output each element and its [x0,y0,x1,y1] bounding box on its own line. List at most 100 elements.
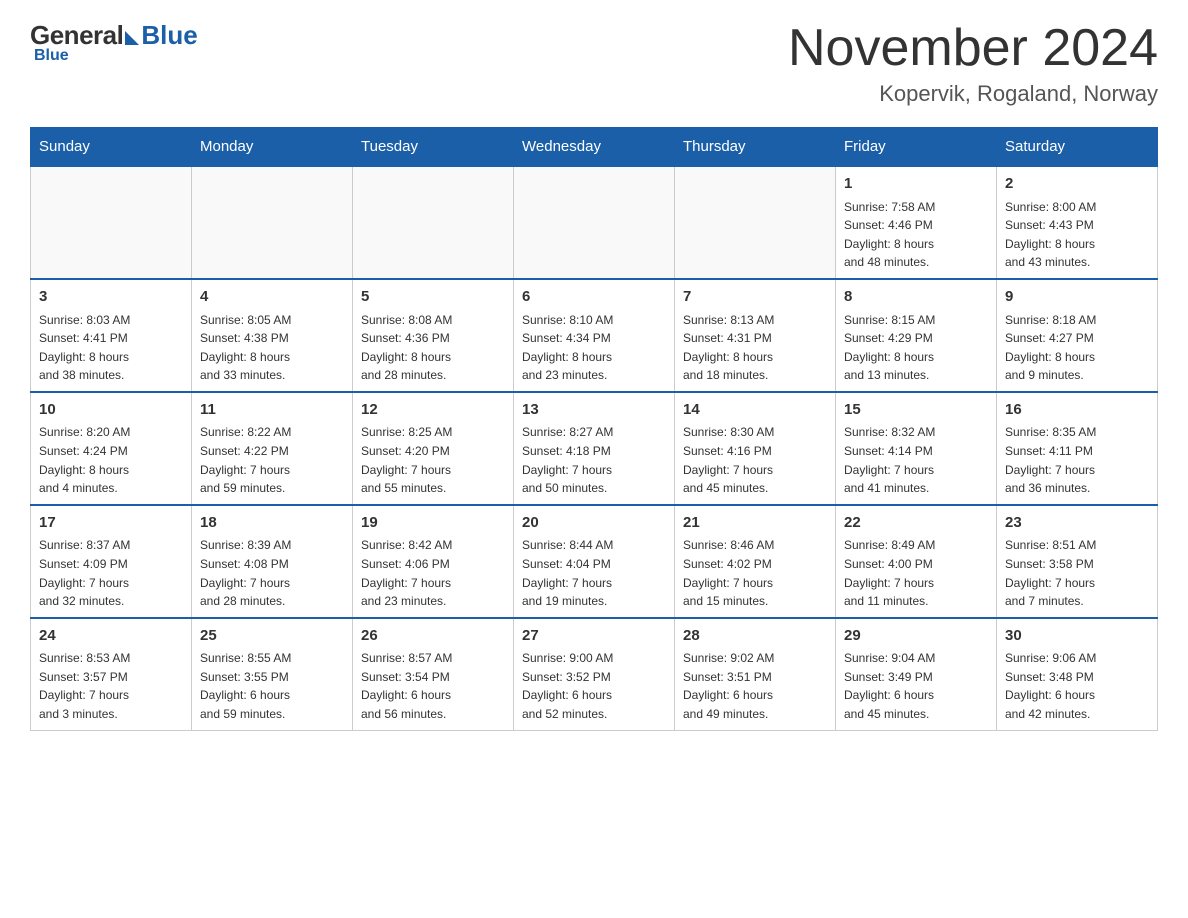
day-info: Sunrise: 8:08 AM Sunset: 4:36 PM Dayligh… [361,311,505,385]
day-number: 19 [361,512,505,535]
weekday-header-row: SundayMondayTuesdayWednesdayThursdayFrid… [31,128,1158,167]
calendar-cell: 30Sunrise: 9:06 AM Sunset: 3:48 PM Dayli… [997,618,1158,730]
calendar-cell [192,166,353,279]
day-info: Sunrise: 8:49 AM Sunset: 4:00 PM Dayligh… [844,536,988,610]
logo-triangle-icon [125,31,139,45]
day-number: 15 [844,399,988,422]
calendar-cell: 29Sunrise: 9:04 AM Sunset: 3:49 PM Dayli… [836,618,997,730]
calendar-cell: 14Sunrise: 8:30 AM Sunset: 4:16 PM Dayli… [675,392,836,505]
calendar-cell: 25Sunrise: 8:55 AM Sunset: 3:55 PM Dayli… [192,618,353,730]
day-number: 3 [39,286,183,309]
day-info: Sunrise: 8:25 AM Sunset: 4:20 PM Dayligh… [361,423,505,497]
weekday-header-wednesday: Wednesday [514,128,675,167]
day-info: Sunrise: 8:20 AM Sunset: 4:24 PM Dayligh… [39,423,183,497]
day-info: Sunrise: 8:32 AM Sunset: 4:14 PM Dayligh… [844,423,988,497]
day-number: 10 [39,399,183,422]
day-number: 13 [522,399,666,422]
day-info: Sunrise: 8:18 AM Sunset: 4:27 PM Dayligh… [1005,311,1149,385]
day-info: Sunrise: 7:58 AM Sunset: 4:46 PM Dayligh… [844,198,988,272]
weekday-header-friday: Friday [836,128,997,167]
calendar-cell: 16Sunrise: 8:35 AM Sunset: 4:11 PM Dayli… [997,392,1158,505]
day-number: 22 [844,512,988,535]
logo-subtitle: Blue [34,47,69,65]
day-number: 21 [683,512,827,535]
calendar-cell: 19Sunrise: 8:42 AM Sunset: 4:06 PM Dayli… [353,505,514,618]
day-number: 16 [1005,399,1149,422]
calendar-cell: 3Sunrise: 8:03 AM Sunset: 4:41 PM Daylig… [31,279,192,392]
day-info: Sunrise: 9:04 AM Sunset: 3:49 PM Dayligh… [844,649,988,723]
calendar-cell: 6Sunrise: 8:10 AM Sunset: 4:34 PM Daylig… [514,279,675,392]
day-info: Sunrise: 8:44 AM Sunset: 4:04 PM Dayligh… [522,536,666,610]
month-title: November 2024 [788,20,1158,77]
week-row-2: 3Sunrise: 8:03 AM Sunset: 4:41 PM Daylig… [31,279,1158,392]
calendar-cell [31,166,192,279]
day-number: 2 [1005,173,1149,196]
calendar-cell: 4Sunrise: 8:05 AM Sunset: 4:38 PM Daylig… [192,279,353,392]
calendar-cell: 21Sunrise: 8:46 AM Sunset: 4:02 PM Dayli… [675,505,836,618]
day-number: 7 [683,286,827,309]
week-row-5: 24Sunrise: 8:53 AM Sunset: 3:57 PM Dayli… [31,618,1158,730]
day-info: Sunrise: 8:46 AM Sunset: 4:02 PM Dayligh… [683,536,827,610]
calendar-cell: 13Sunrise: 8:27 AM Sunset: 4:18 PM Dayli… [514,392,675,505]
day-number: 11 [200,399,344,422]
calendar-cell: 28Sunrise: 9:02 AM Sunset: 3:51 PM Dayli… [675,618,836,730]
day-number: 12 [361,399,505,422]
weekday-header-thursday: Thursday [675,128,836,167]
calendar-cell: 11Sunrise: 8:22 AM Sunset: 4:22 PM Dayli… [192,392,353,505]
day-info: Sunrise: 8:05 AM Sunset: 4:38 PM Dayligh… [200,311,344,385]
location: Kopervik, Rogaland, Norway [788,81,1158,107]
calendar-body: 1Sunrise: 7:58 AM Sunset: 4:46 PM Daylig… [31,166,1158,730]
day-number: 23 [1005,512,1149,535]
day-number: 26 [361,625,505,648]
weekday-header-monday: Monday [192,128,353,167]
calendar-cell: 5Sunrise: 8:08 AM Sunset: 4:36 PM Daylig… [353,279,514,392]
logo-blue-text: Blue [141,20,197,51]
week-row-3: 10Sunrise: 8:20 AM Sunset: 4:24 PM Dayli… [31,392,1158,505]
day-number: 27 [522,625,666,648]
week-row-1: 1Sunrise: 7:58 AM Sunset: 4:46 PM Daylig… [31,166,1158,279]
day-info: Sunrise: 8:03 AM Sunset: 4:41 PM Dayligh… [39,311,183,385]
calendar-table: SundayMondayTuesdayWednesdayThursdayFrid… [30,127,1158,730]
calendar-cell: 15Sunrise: 8:32 AM Sunset: 4:14 PM Dayli… [836,392,997,505]
day-info: Sunrise: 8:27 AM Sunset: 4:18 PM Dayligh… [522,423,666,497]
calendar-cell: 1Sunrise: 7:58 AM Sunset: 4:46 PM Daylig… [836,166,997,279]
header: General Blue Blue November 2024 Kopervik… [30,20,1158,107]
day-number: 9 [1005,286,1149,309]
calendar-cell: 7Sunrise: 8:13 AM Sunset: 4:31 PM Daylig… [675,279,836,392]
day-number: 30 [1005,625,1149,648]
calendar-cell: 23Sunrise: 8:51 AM Sunset: 3:58 PM Dayli… [997,505,1158,618]
calendar-cell: 17Sunrise: 8:37 AM Sunset: 4:09 PM Dayli… [31,505,192,618]
title-area: November 2024 Kopervik, Rogaland, Norway [788,20,1158,107]
day-info: Sunrise: 8:53 AM Sunset: 3:57 PM Dayligh… [39,649,183,723]
day-info: Sunrise: 8:39 AM Sunset: 4:08 PM Dayligh… [200,536,344,610]
day-number: 14 [683,399,827,422]
day-number: 29 [844,625,988,648]
day-info: Sunrise: 9:02 AM Sunset: 3:51 PM Dayligh… [683,649,827,723]
logo: General Blue Blue [30,20,198,65]
calendar-cell: 20Sunrise: 8:44 AM Sunset: 4:04 PM Dayli… [514,505,675,618]
day-info: Sunrise: 8:13 AM Sunset: 4:31 PM Dayligh… [683,311,827,385]
day-number: 4 [200,286,344,309]
day-number: 20 [522,512,666,535]
calendar-cell: 22Sunrise: 8:49 AM Sunset: 4:00 PM Dayli… [836,505,997,618]
day-info: Sunrise: 8:37 AM Sunset: 4:09 PM Dayligh… [39,536,183,610]
calendar-cell [514,166,675,279]
calendar-cell: 8Sunrise: 8:15 AM Sunset: 4:29 PM Daylig… [836,279,997,392]
weekday-header-sunday: Sunday [31,128,192,167]
day-info: Sunrise: 8:00 AM Sunset: 4:43 PM Dayligh… [1005,198,1149,272]
day-number: 1 [844,173,988,196]
day-number: 6 [522,286,666,309]
day-info: Sunrise: 8:57 AM Sunset: 3:54 PM Dayligh… [361,649,505,723]
calendar-cell: 12Sunrise: 8:25 AM Sunset: 4:20 PM Dayli… [353,392,514,505]
day-info: Sunrise: 8:30 AM Sunset: 4:16 PM Dayligh… [683,423,827,497]
calendar-cell [353,166,514,279]
day-info: Sunrise: 8:35 AM Sunset: 4:11 PM Dayligh… [1005,423,1149,497]
day-number: 8 [844,286,988,309]
calendar-cell: 10Sunrise: 8:20 AM Sunset: 4:24 PM Dayli… [31,392,192,505]
week-row-4: 17Sunrise: 8:37 AM Sunset: 4:09 PM Dayli… [31,505,1158,618]
day-number: 17 [39,512,183,535]
day-info: Sunrise: 8:10 AM Sunset: 4:34 PM Dayligh… [522,311,666,385]
day-number: 24 [39,625,183,648]
calendar-cell: 24Sunrise: 8:53 AM Sunset: 3:57 PM Dayli… [31,618,192,730]
weekday-header-saturday: Saturday [997,128,1158,167]
